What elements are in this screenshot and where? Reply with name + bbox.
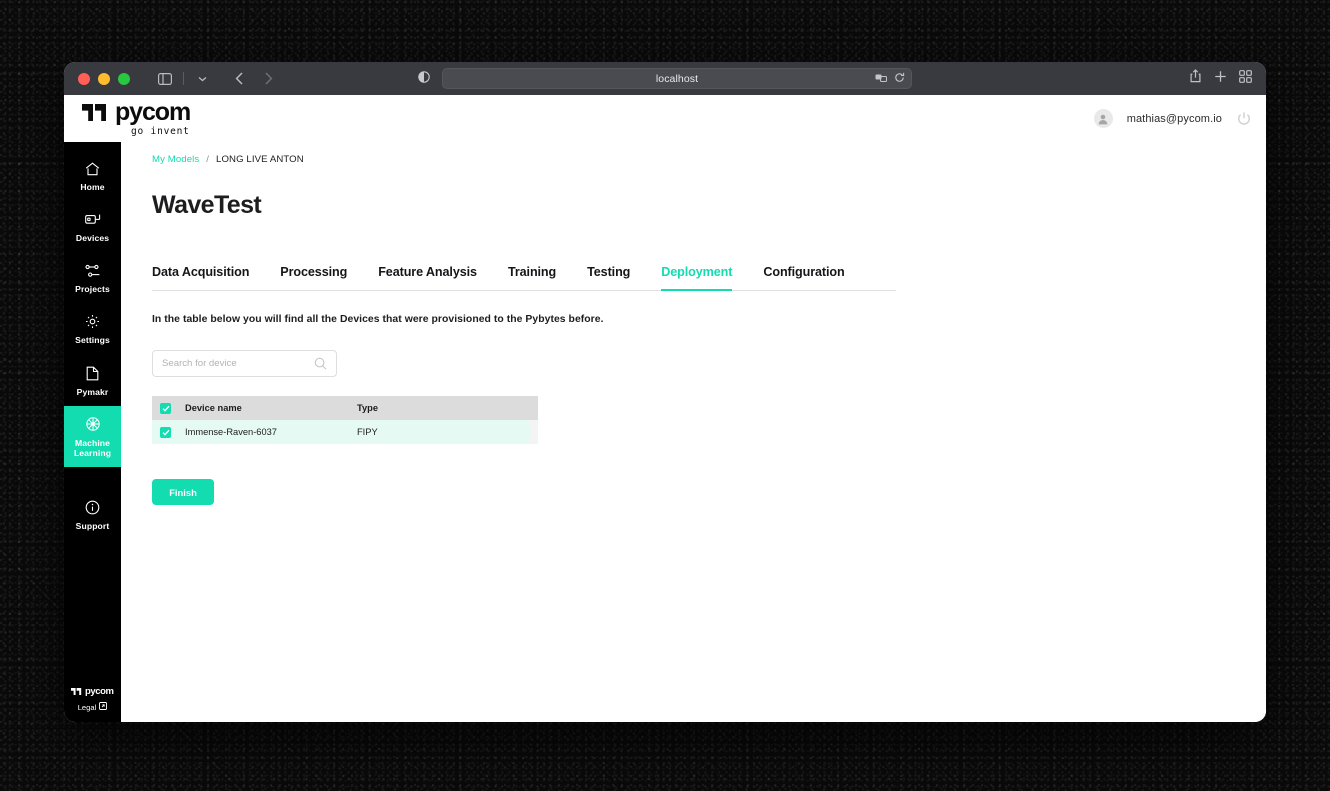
gear-icon xyxy=(85,313,100,330)
sidebar-footer: pycom Legal xyxy=(71,686,114,712)
breadcrumb: My Models / LONG LIVE ANTON xyxy=(152,154,1266,165)
table-header-row: Device name Type xyxy=(152,396,529,420)
search-input[interactable] xyxy=(162,358,314,369)
toolbar-divider xyxy=(183,72,184,85)
table-scrollbar[interactable] xyxy=(529,396,538,444)
sidebar-item-pymakr[interactable]: Pymakr xyxy=(64,355,121,406)
back-arrow-icon[interactable] xyxy=(226,68,252,90)
device-icon xyxy=(84,211,101,228)
sidebar-label: Projects xyxy=(75,284,110,295)
sidebar-label: Devices xyxy=(75,233,110,244)
user-email-label: mathias@pycom.io xyxy=(1126,112,1222,125)
tab-testing[interactable]: Testing xyxy=(587,265,630,291)
footer-logo-mark-icon xyxy=(71,688,82,695)
sidebar: Home Devices Projects Settings Pymakr Ma… xyxy=(64,142,121,722)
browser-window: localhost pycom go invent mathias@pycom.… xyxy=(64,62,1266,722)
share-icon[interactable] xyxy=(1189,69,1202,88)
app-header: pycom go invent mathias@pycom.io xyxy=(64,95,1266,142)
sidebar-label: Machine Learning xyxy=(73,437,112,458)
search-box[interactable] xyxy=(152,350,337,377)
window-traffic-lights xyxy=(78,72,130,85)
breadcrumb-separator: / xyxy=(206,154,210,165)
sidebar-toggle-icon[interactable] xyxy=(152,68,178,90)
select-all-checkbox[interactable] xyxy=(160,402,171,414)
sidebar-item-settings[interactable]: Settings xyxy=(64,303,121,354)
sidebar-item-support[interactable]: Support xyxy=(64,489,121,540)
sidebar-item-home[interactable]: Home xyxy=(64,150,121,201)
breadcrumb-my-models[interactable]: My Models xyxy=(152,154,199,165)
info-icon xyxy=(85,499,100,516)
close-window-button[interactable] xyxy=(78,72,90,85)
tab-training[interactable]: Training xyxy=(508,265,556,291)
logo-tagline: go invent xyxy=(131,126,190,138)
address-bar-actions xyxy=(875,70,905,88)
sidebar-label: Support xyxy=(75,520,110,531)
tab-data-acquisition[interactable]: Data Acquisition xyxy=(152,265,249,291)
logo-wordmark: pycom xyxy=(115,98,191,127)
browser-nav-controls xyxy=(152,68,281,90)
sidebar-item-projects[interactable]: Projects xyxy=(64,252,121,303)
column-header-type: Type xyxy=(357,403,379,413)
legal-label: Legal xyxy=(77,702,97,712)
address-bar[interactable]: localhost xyxy=(442,68,912,89)
forward-arrow-icon[interactable] xyxy=(255,68,281,90)
breadcrumb-current: LONG LIVE ANTON xyxy=(216,154,304,165)
cell-type: FIPY xyxy=(357,427,378,437)
address-bar-text: localhost xyxy=(655,72,699,85)
legal-link[interactable]: Legal xyxy=(78,702,108,712)
sidebar-item-devices[interactable]: Devices xyxy=(64,201,121,252)
main-content: My Models / LONG LIVE ANTON WaveTest Dat… xyxy=(121,142,1266,722)
scrollbar-head xyxy=(529,396,538,420)
tab-feature-analysis[interactable]: Feature Analysis xyxy=(378,265,477,291)
tab-configuration[interactable]: Configuration xyxy=(763,265,844,291)
external-link-icon xyxy=(99,702,108,712)
chevron-down-icon[interactable] xyxy=(189,68,215,90)
reader-view-icon[interactable] xyxy=(418,70,430,88)
browser-right-controls xyxy=(1189,69,1256,88)
row-checkbox[interactable] xyxy=(160,426,171,438)
finish-button[interactable]: Finish xyxy=(152,479,214,505)
user-area: mathias@pycom.io xyxy=(1093,109,1252,128)
tab-deployment[interactable]: Deployment xyxy=(661,265,732,291)
new-tab-icon[interactable] xyxy=(1214,70,1227,88)
cell-device-name: Immense-Raven-6037 xyxy=(185,427,277,437)
footer-logo-wordmark: pycom xyxy=(84,686,114,697)
page-title: WaveTest xyxy=(152,191,262,219)
avatar[interactable] xyxy=(1093,109,1113,128)
table-row[interactable]: Immense-Raven-6037 FIPY xyxy=(152,420,529,444)
tab-overview-icon[interactable] xyxy=(1239,69,1252,88)
sidebar-label: Settings xyxy=(75,335,110,346)
search-icon[interactable] xyxy=(314,357,327,370)
sidebar-label: Pymakr xyxy=(76,386,109,397)
home-icon xyxy=(85,160,100,177)
tab-bar: Data Acquisition Processing Feature Anal… xyxy=(152,265,896,291)
browser-toolbar: localhost xyxy=(64,62,1266,95)
tab-processing[interactable]: Processing xyxy=(280,265,347,291)
sidebar-support-wrap: Support xyxy=(64,489,121,540)
devices-table: Device name Type Immense-Raven-6037 FIPY xyxy=(152,396,538,444)
footer-pycom-logo: pycom xyxy=(71,686,114,697)
app-body: Home Devices Projects Settings Pymakr Ma… xyxy=(64,142,1266,722)
brain-icon xyxy=(85,416,101,433)
reload-icon[interactable] xyxy=(894,70,905,88)
pycom-logo[interactable]: pycom go invent xyxy=(82,98,191,138)
sidebar-label: Home xyxy=(80,182,105,192)
minimize-window-button[interactable] xyxy=(98,72,110,85)
intro-text: In the table below you will find all the… xyxy=(152,314,604,325)
pycom-logo-mark-icon xyxy=(82,104,108,126)
maximize-window-button[interactable] xyxy=(118,72,130,85)
file-code-icon xyxy=(86,365,99,382)
power-icon[interactable] xyxy=(1236,111,1252,127)
extensions-icon[interactable] xyxy=(875,70,887,88)
column-header-device-name: Device name xyxy=(185,403,242,413)
projects-icon xyxy=(84,262,101,279)
sidebar-item-machine-learning[interactable]: Machine Learning xyxy=(64,405,121,467)
scrollbar-track[interactable] xyxy=(529,420,538,444)
